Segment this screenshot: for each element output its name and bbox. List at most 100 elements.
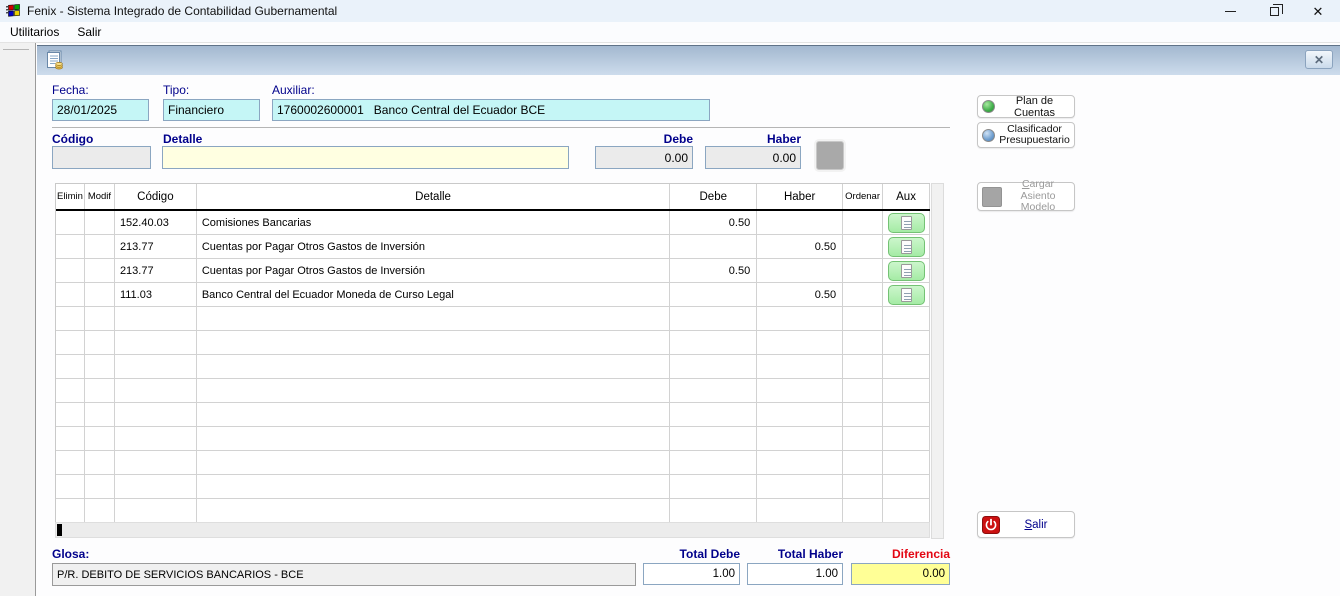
menu-salir[interactable]: Salir (68, 22, 110, 42)
cell-ordenar (843, 235, 883, 259)
cell-modif (85, 283, 115, 307)
cargar-asiento-modelo-button[interactable]: Cargar Asiento Modelo (977, 182, 1075, 211)
cell-debe (670, 235, 757, 259)
cell-debe (670, 403, 757, 427)
header-debe[interactable]: Debe (670, 184, 757, 209)
cell-modif (85, 427, 115, 451)
cell-codigo (115, 451, 197, 475)
cell-modif (85, 259, 115, 283)
fecha-label: Fecha: (52, 83, 89, 97)
haber-input[interactable]: 0.00 (705, 146, 801, 169)
cell-debe (670, 499, 757, 523)
cell-ordenar (843, 427, 883, 451)
detalle-input[interactable] (162, 146, 569, 169)
cell-detalle (197, 403, 670, 427)
horizontal-scrollbar[interactable] (55, 522, 930, 538)
table-row[interactable] (56, 331, 930, 355)
green-sphere-icon (982, 100, 995, 113)
cell-debe: 0.50 (670, 259, 757, 283)
table-row[interactable] (56, 379, 930, 403)
header-codigo[interactable]: Código (115, 184, 197, 209)
cell-detalle (197, 379, 670, 403)
cell-modif (85, 211, 115, 235)
table-row[interactable]: 152.40.03 Comisiones Bancarias 0.50 (56, 211, 930, 235)
add-entry-button[interactable] (816, 141, 844, 170)
aux-button[interactable] (888, 261, 925, 281)
header-aux[interactable]: Aux (883, 184, 930, 209)
header-modif[interactable]: Modif (85, 184, 115, 209)
header-elimin[interactable]: Elimin (56, 184, 85, 209)
cell-aux (883, 355, 930, 379)
total-haber-label: Total Haber (747, 547, 843, 561)
cell-codigo (115, 403, 197, 427)
cell-ordenar (843, 475, 883, 499)
tipo-field[interactable]: Financiero (163, 99, 260, 121)
cell-elimin (56, 307, 85, 331)
cell-aux (883, 307, 930, 331)
app-logo-icon (5, 3, 21, 19)
total-debe-field: 1.00 (643, 563, 740, 585)
menu-utilitarios[interactable]: Utilitarios (1, 22, 68, 42)
table-row[interactable] (56, 403, 930, 427)
cell-ordenar (843, 355, 883, 379)
cell-aux (883, 403, 930, 427)
cell-codigo: 213.77 (115, 259, 197, 283)
table-row[interactable]: 111.03 Banco Central del Ecuador Moneda … (56, 283, 930, 307)
fecha-field[interactable]: 28/01/2025 (52, 99, 149, 121)
cell-aux (883, 331, 930, 355)
cell-detalle (197, 331, 670, 355)
aux-button[interactable] (888, 285, 925, 305)
table-row[interactable] (56, 451, 930, 475)
aux-button[interactable] (888, 237, 925, 257)
aux-button[interactable] (888, 213, 925, 233)
blue-sphere-icon (982, 129, 995, 142)
debe-input[interactable]: 0.00 (595, 146, 693, 169)
table-row[interactable] (56, 427, 930, 451)
restore-button[interactable] (1252, 0, 1296, 22)
cell-haber (757, 427, 843, 451)
glosa-input[interactable]: P/R. DEBITO DE SERVICIOS BANCARIOS - BCE (52, 563, 636, 586)
cell-debe (670, 331, 757, 355)
table-row[interactable]: 213.77 Cuentas por Pagar Otros Gastos de… (56, 259, 930, 283)
cell-codigo (115, 307, 197, 331)
cell-elimin (56, 427, 85, 451)
cell-elimin (56, 475, 85, 499)
plan-de-cuentas-button[interactable]: Plan de Cuentas (977, 95, 1075, 118)
cell-codigo (115, 499, 197, 523)
table-row[interactable] (56, 475, 930, 499)
table-row[interactable] (56, 355, 930, 379)
clasificador-presupuestario-button[interactable]: Clasificador Presupuestario (977, 122, 1075, 148)
header-ordenar[interactable]: Ordenar (843, 184, 883, 209)
cell-codigo (115, 331, 197, 355)
cell-codigo (115, 475, 197, 499)
cell-ordenar (843, 283, 883, 307)
cell-detalle (197, 499, 670, 523)
auxiliar-field[interactable]: 1760002600001 Banco Central del Ecuador … (272, 99, 710, 121)
panel-close-button[interactable]: ✕ (1305, 50, 1333, 69)
table-row[interactable] (56, 499, 930, 523)
minimize-button[interactable] (1208, 0, 1252, 22)
document-with-coins-icon[interactable] (45, 49, 67, 71)
cell-elimin (56, 211, 85, 235)
cell-haber: 0.50 (757, 283, 843, 307)
titlebar: Fenix - Sistema Integrado de Contabilida… (0, 0, 1340, 22)
vertical-scrollbar[interactable] (931, 183, 944, 539)
cell-haber (757, 211, 843, 235)
scrollbar-thumb[interactable] (57, 524, 62, 536)
codigo-input[interactable] (52, 146, 151, 169)
header-detalle[interactable]: Detalle (197, 184, 670, 209)
cell-haber (757, 379, 843, 403)
detalle-label: Detalle (163, 132, 202, 146)
table-row[interactable] (56, 307, 930, 331)
table-row[interactable]: 213.77 Cuentas por Pagar Otros Gastos de… (56, 235, 930, 259)
header-haber[interactable]: Haber (757, 184, 843, 209)
cell-aux (883, 283, 930, 307)
salir-button[interactable]: Salir (977, 511, 1075, 538)
cell-modif (85, 331, 115, 355)
document-icon (901, 288, 912, 302)
close-button[interactable]: ✕ (1296, 0, 1340, 22)
haber-label: Haber (705, 132, 801, 146)
cell-haber (757, 451, 843, 475)
debe-label: Debe (595, 132, 693, 146)
document-icon (901, 216, 912, 230)
